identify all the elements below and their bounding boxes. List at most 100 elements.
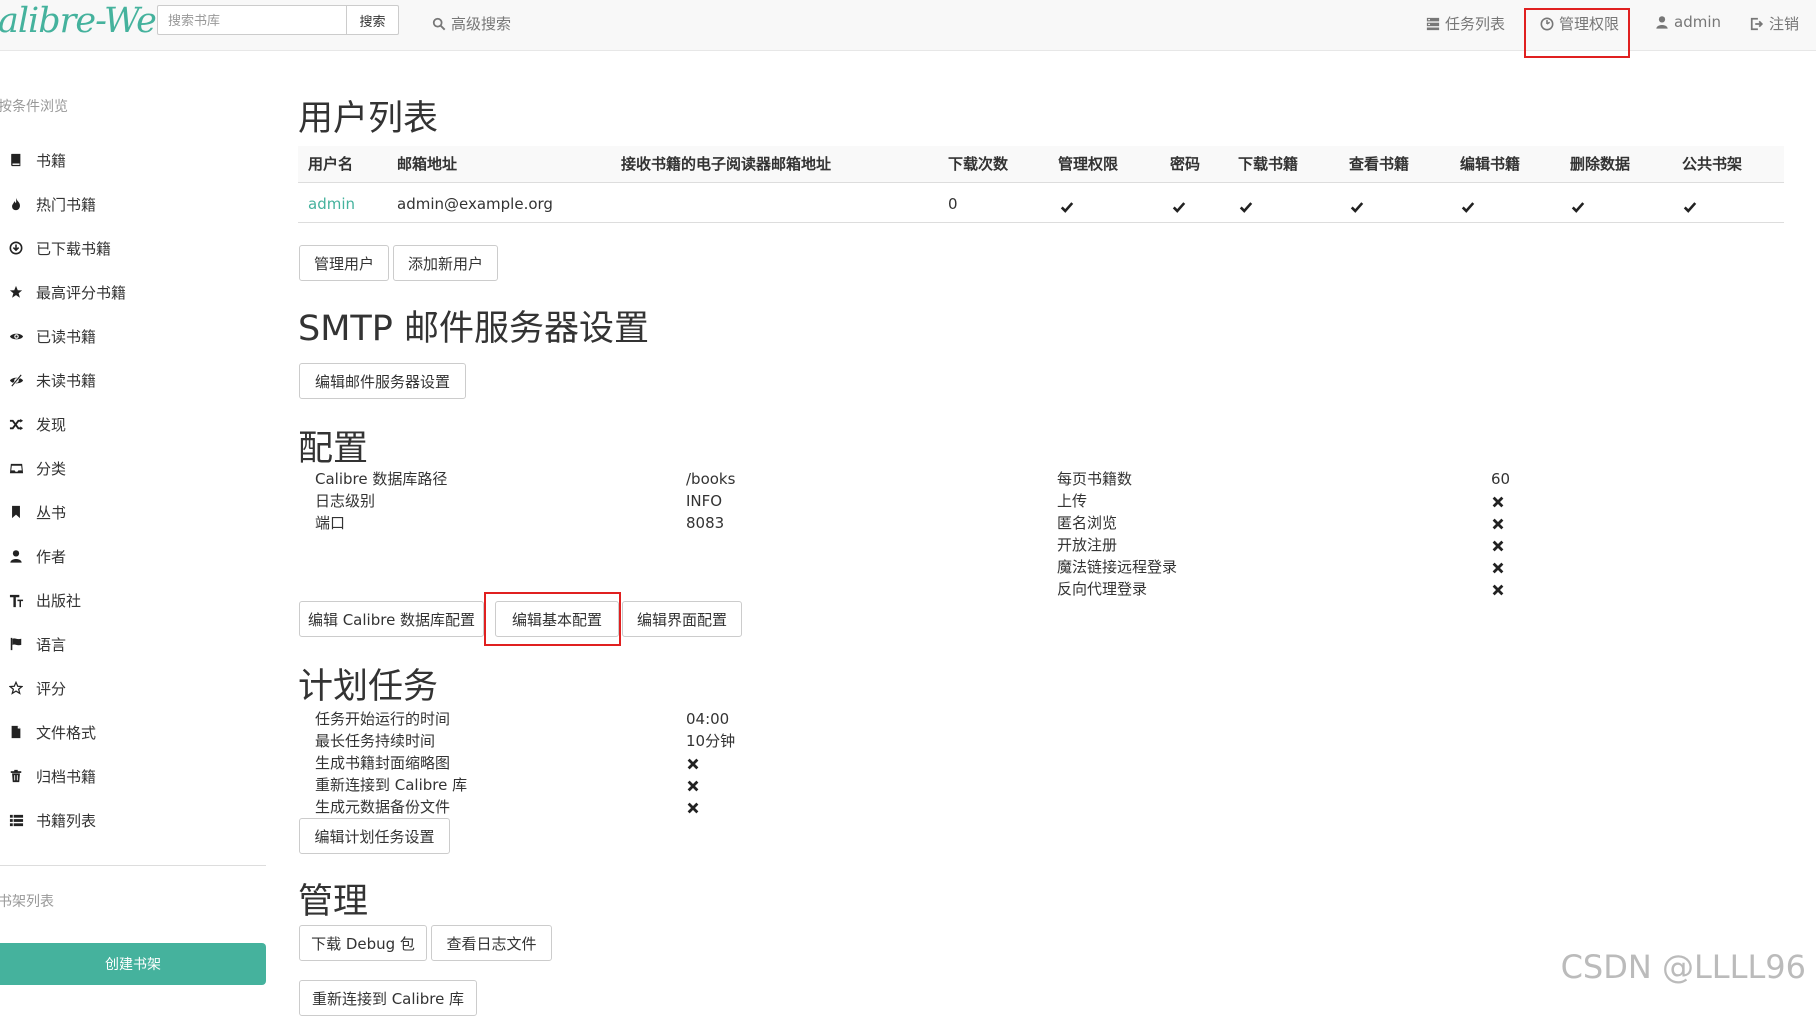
- sidebar-item-label: 发现: [36, 415, 67, 434]
- user-row-username[interactable]: admin: [308, 195, 355, 213]
- sidebar-item-label: 作者: [36, 547, 67, 566]
- admin-title: 管理: [298, 882, 369, 922]
- browse-header: 按条件浏览: [0, 99, 68, 115]
- sidebar-item-label: 分类: [36, 459, 67, 478]
- download-debug-button[interactable]: 下载 Debug 包: [299, 925, 427, 961]
- trash-icon: [6, 769, 26, 783]
- check-icon: [1683, 196, 1697, 215]
- sidebar-item-12[interactable]: 评分: [0, 673, 260, 703]
- scheduled-title: 计划任务: [298, 667, 439, 707]
- star-icon: [6, 285, 26, 299]
- col-edit-books: 编辑书籍: [1460, 155, 1521, 173]
- setting-label: 匿名浏览: [1057, 514, 1118, 532]
- cross-icon: [1491, 512, 1505, 534]
- cross-icon: [686, 752, 700, 774]
- eye-close-icon: [6, 373, 26, 388]
- sidebar-item-label: 书籍列表: [36, 811, 97, 830]
- sidebar-item-13[interactable]: 文件格式: [0, 717, 260, 747]
- add-user-button[interactable]: 添加新用户: [393, 245, 498, 281]
- col-downloads: 下载次数: [948, 155, 1009, 173]
- sidebar-item-5[interactable]: 未读书籍: [0, 365, 260, 395]
- view-logs-button[interactable]: 查看日志文件: [431, 925, 552, 961]
- bookmark-icon: [6, 505, 26, 519]
- sidebar-item-9[interactable]: 作者: [0, 541, 260, 571]
- smtp-title: SMTP 邮件服务器设置: [298, 309, 650, 349]
- star-empty-icon: [6, 681, 26, 695]
- col-email: 邮箱地址: [397, 155, 458, 173]
- sidebar-item-8[interactable]: 丛书: [0, 497, 260, 527]
- search-button[interactable]: 搜索: [347, 5, 399, 35]
- sidebar-item-2[interactable]: 已下载书籍: [0, 233, 260, 263]
- user-icon: [1656, 16, 1668, 29]
- setting-value: 8083: [686, 514, 725, 532]
- setting-label: 最长任务持续时间: [315, 732, 436, 750]
- setting-value: INFO: [686, 492, 723, 510]
- edit-calibre-db-button[interactable]: 编辑 Calibre 数据库配置: [299, 601, 484, 637]
- col-delete-data: 删除数据: [1570, 155, 1631, 173]
- setting-label: 上传: [1057, 492, 1088, 510]
- file-icon: [6, 725, 26, 739]
- sidebar-item-6[interactable]: 发现: [0, 409, 260, 439]
- setting-label: 每页书籍数: [1057, 470, 1133, 488]
- watermark: CSDN @LLLL96: [1560, 948, 1806, 986]
- check-icon: [1350, 196, 1364, 215]
- sidebar-item-0[interactable]: 书籍: [0, 145, 260, 175]
- check-icon: [1239, 196, 1253, 215]
- reconnect-calibre-button[interactable]: 重新连接到 Calibre 库: [299, 980, 477, 1016]
- check-icon: [1172, 196, 1186, 215]
- edit-ui-config-button[interactable]: 编辑界面配置: [622, 601, 742, 637]
- inbox-icon: [6, 461, 26, 476]
- highlight-basic-config: [484, 592, 621, 646]
- user-link[interactable]: admin: [1655, 13, 1721, 31]
- user-row-downloads: 0: [948, 195, 958, 213]
- advanced-search-link[interactable]: 高级搜索: [432, 13, 511, 34]
- setting-label: 重新连接到 Calibre 库: [315, 776, 468, 794]
- setting-value: /books: [686, 470, 736, 488]
- sidebar-item-14[interactable]: 归档书籍: [0, 761, 260, 791]
- check-icon: [1571, 196, 1585, 215]
- text-size-icon: [6, 593, 26, 608]
- highlight-admin-rights: [1524, 8, 1630, 58]
- setting-label: Calibre 数据库路径: [315, 470, 448, 488]
- setting-label: 日志级别: [315, 492, 376, 510]
- users-table-header-bg: [298, 146, 1784, 182]
- check-icon: [1461, 196, 1475, 215]
- fire-icon: [6, 197, 26, 211]
- random-icon: [6, 417, 26, 432]
- sidebar-item-label: 热门书籍: [36, 195, 97, 214]
- edit-scheduled-button[interactable]: 编辑计划任务设置: [299, 818, 450, 854]
- col-public-shelf: 公共书架: [1682, 155, 1743, 173]
- book-icon: [6, 153, 26, 167]
- setting-label: 任务开始运行的时间: [315, 710, 451, 728]
- check-icon: [1060, 196, 1074, 215]
- sidebar-item-11[interactable]: 语言: [0, 629, 260, 659]
- user-row-email: admin@example.org: [397, 195, 553, 213]
- tasks-link[interactable]: 任务列表: [1426, 13, 1505, 34]
- user-label: admin: [1674, 13, 1721, 31]
- tasks-icon: [1426, 17, 1440, 30]
- setting-label: 魔法链接远程登录: [1057, 558, 1178, 576]
- sidebar-item-1[interactable]: 热门书籍: [0, 189, 260, 219]
- setting-label: 端口: [315, 514, 346, 532]
- create-shelf-button[interactable]: 创建书架: [0, 943, 266, 985]
- flag-icon: [6, 637, 26, 651]
- manage-users-button[interactable]: 管理用户: [299, 245, 389, 281]
- sidebar-item-label: 评分: [36, 679, 67, 698]
- edit-smtp-button[interactable]: 编辑邮件服务器设置: [299, 363, 466, 399]
- search-input[interactable]: [157, 5, 347, 35]
- logout-link[interactable]: 注销: [1750, 13, 1799, 34]
- sidebar-item-label: 文件格式: [36, 723, 97, 742]
- sidebar-item-label: 出版社: [36, 591, 82, 610]
- sidebar-item-4[interactable]: 已读书籍: [0, 321, 260, 351]
- setting-label: 开放注册: [1057, 536, 1118, 554]
- users-title: 用户列表: [298, 99, 439, 139]
- download-icon: [6, 241, 26, 255]
- sidebar-item-3[interactable]: 最高评分书籍: [0, 277, 260, 307]
- col-kindle-email: 接收书籍的电子阅读器邮箱地址: [621, 155, 832, 173]
- brand-logo[interactable]: alibre-Web: [0, 0, 178, 42]
- sidebar-item-7[interactable]: 分类: [0, 453, 260, 483]
- sidebar-divider: [0, 865, 266, 866]
- sidebar-item-10[interactable]: 出版社: [0, 585, 260, 615]
- sidebar-item-label: 丛书: [36, 503, 67, 522]
- sidebar-item-15[interactable]: 书籍列表: [0, 805, 260, 835]
